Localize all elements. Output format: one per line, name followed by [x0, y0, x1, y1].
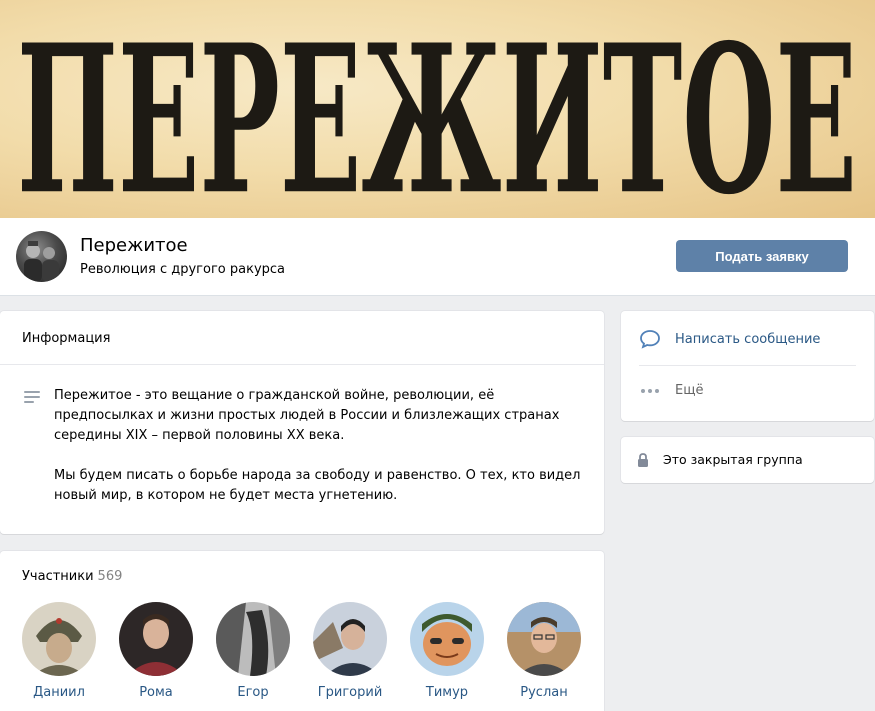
- group-cover: ПЕРЕЖИТОЕ: [0, 0, 875, 218]
- member-avatar: [313, 602, 387, 676]
- members-card: Участники 569 Даниил Рома Егор Григорий …: [0, 551, 604, 711]
- cover-title: ПЕРЕЖИТОЕ: [0, 0, 875, 218]
- description-paragraph: Пережитое - это вещание о гражданской во…: [54, 388, 560, 443]
- actions-card: Написать сообщение Ещё: [621, 311, 874, 421]
- members-title: Участники: [22, 569, 94, 584]
- member-name: Рома: [139, 685, 173, 700]
- member-avatar: [22, 602, 96, 676]
- member-avatar: [410, 602, 484, 676]
- more-label: Ещё: [675, 383, 704, 398]
- group-avatar-image: [24, 241, 59, 282]
- more-button[interactable]: Ещё: [639, 383, 703, 398]
- actions-divider: [639, 365, 856, 366]
- group-name: Пережитое: [80, 235, 188, 256]
- member-name: Руслан: [520, 685, 568, 700]
- member-avatar: [216, 602, 290, 676]
- member-name: Даниил: [33, 685, 85, 700]
- member-item[interactable]: Тимур: [409, 602, 485, 700]
- group-description: Пережитое - это вещание о гражданской во…: [54, 386, 589, 506]
- chat-bubble-icon: [640, 330, 660, 349]
- join-request-button[interactable]: Подать заявку: [676, 240, 848, 272]
- cover-title-art: ПЕРЕЖИТОЕ: [17, 0, 857, 218]
- member-avatar-image: [313, 602, 387, 676]
- member-name: Григорий: [317, 685, 383, 700]
- lock-icon: [638, 452, 648, 467]
- members-count: 569: [97, 569, 123, 584]
- cover-title-text: ПЕРЕЖИТОЕ: [17, 0, 857, 218]
- member-avatar: [119, 602, 193, 676]
- lines-icon: [24, 391, 40, 405]
- member-avatar-image: [507, 602, 581, 676]
- member-item[interactable]: Даниил: [21, 602, 97, 700]
- description-paragraph: Мы будем писать о борьбе народа за свобо…: [54, 468, 581, 503]
- member-avatar-image: [22, 602, 96, 676]
- member-name: Тимур: [425, 685, 469, 700]
- member-avatar: [507, 602, 581, 676]
- members-header[interactable]: Участники 569: [22, 569, 122, 584]
- member-avatar-image: [216, 602, 290, 676]
- group-header: Пережитое Революция с другого ракурса По…: [0, 218, 875, 296]
- closed-group-info: Это закрытая группа: [637, 452, 803, 467]
- write-message-label: Написать сообщение: [675, 331, 821, 347]
- write-message-button[interactable]: Написать сообщение: [639, 329, 820, 349]
- member-item[interactable]: Руслан: [506, 602, 582, 700]
- info-title: Информация: [22, 331, 111, 346]
- member-item[interactable]: Егор: [215, 602, 291, 700]
- member-avatar-image: [119, 602, 193, 676]
- member-name: Егор: [237, 685, 269, 700]
- dots-icon: [641, 388, 659, 393]
- group-avatar[interactable]: [16, 231, 67, 282]
- group-status: Революция с другого ракурса: [80, 262, 285, 277]
- closed-group-card: Это закрытая группа: [621, 437, 874, 483]
- closed-group-label: Это закрытая группа: [663, 452, 803, 467]
- member-avatar-image: [410, 602, 484, 676]
- info-card: Информация Пережитое - это вещание о гра…: [0, 311, 604, 534]
- info-divider: [0, 364, 604, 365]
- member-item[interactable]: Григорий: [312, 602, 388, 700]
- member-item[interactable]: Рома: [118, 602, 194, 700]
